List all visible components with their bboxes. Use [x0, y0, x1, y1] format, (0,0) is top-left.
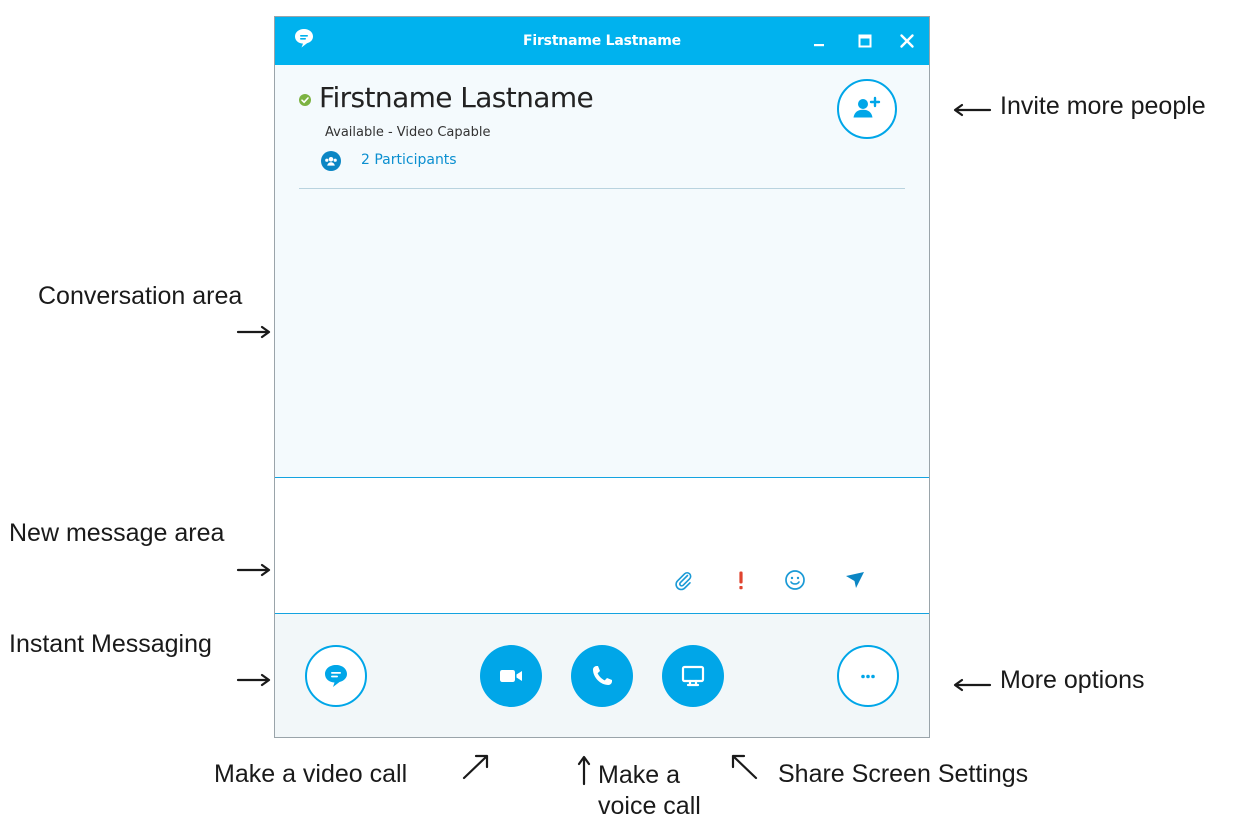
- smiley-icon: [785, 570, 805, 590]
- maximize-button[interactable]: [853, 29, 877, 53]
- mark-important-button[interactable]: [729, 568, 753, 592]
- send-button[interactable]: [843, 568, 867, 592]
- video-camera-icon: [500, 670, 522, 682]
- annotation-voice-call-line1: Make a: [598, 761, 680, 789]
- header-divider: [299, 188, 905, 189]
- left-arrow-icon: [953, 103, 992, 117]
- up-left-arrow-icon: [731, 754, 758, 780]
- annotation-invite: Invite more people: [1000, 92, 1206, 120]
- phone-icon: [593, 666, 612, 685]
- more-options-button[interactable]: [837, 645, 899, 707]
- annotation-more-options: More options: [1000, 666, 1145, 694]
- left-arrow-icon: [953, 678, 992, 692]
- paperclip-icon: [675, 571, 692, 591]
- chat-bubble-icon: [325, 665, 347, 687]
- annotation-video-call: Make a video call: [214, 760, 408, 788]
- video-call-button[interactable]: [480, 645, 542, 707]
- annotation-instant-messaging: Instant Messaging: [9, 630, 212, 658]
- message-input[interactable]: [275, 478, 929, 558]
- conversation-area[interactable]: [275, 191, 929, 477]
- minimize-icon: [814, 44, 824, 47]
- call-toolbar: [275, 614, 929, 737]
- minimize-button[interactable]: [807, 29, 831, 53]
- add-person-icon: [853, 96, 881, 118]
- annotation-conversation-area: Conversation area: [38, 282, 243, 310]
- annotation-share-screen: Share Screen Settings: [778, 760, 1029, 788]
- conversation-window: Firstname Lastname Firstname Lastname Av…: [274, 16, 930, 738]
- voice-call-button[interactable]: [571, 645, 633, 707]
- contact-status: Available - Video Capable: [325, 125, 491, 140]
- instant-message-button[interactable]: [305, 645, 367, 707]
- invite-people-button[interactable]: [837, 79, 897, 139]
- annotation-voice-call-line2: voice call: [598, 792, 701, 820]
- exclamation-icon: [739, 571, 743, 590]
- up-arrow-icon: [577, 755, 591, 786]
- share-screen-button[interactable]: [662, 645, 724, 707]
- new-message-area: [275, 478, 929, 613]
- monitor-icon: [681, 665, 705, 687]
- right-arrow-icon: [236, 673, 271, 687]
- maximize-icon: [858, 34, 872, 48]
- right-arrow-icon: [236, 563, 271, 577]
- emoticon-button[interactable]: [783, 568, 807, 592]
- contact-name: Firstname Lastname: [319, 81, 594, 114]
- title-bar[interactable]: Firstname Lastname: [275, 17, 929, 65]
- participants-icon: [321, 151, 341, 171]
- attach-button[interactable]: [671, 568, 695, 592]
- annotation-new-message-area: New message area: [9, 519, 225, 547]
- up-right-arrow-icon: [462, 754, 489, 780]
- close-button[interactable]: [895, 29, 919, 53]
- participants-label: 2 Participants: [361, 152, 457, 168]
- presence-available-icon: [299, 94, 311, 106]
- send-icon: [846, 572, 864, 588]
- annotation-voice-call: Make a voice call: [598, 760, 738, 822]
- right-arrow-icon: [236, 325, 271, 339]
- close-icon: [900, 34, 914, 48]
- ellipsis-icon: [861, 674, 875, 679]
